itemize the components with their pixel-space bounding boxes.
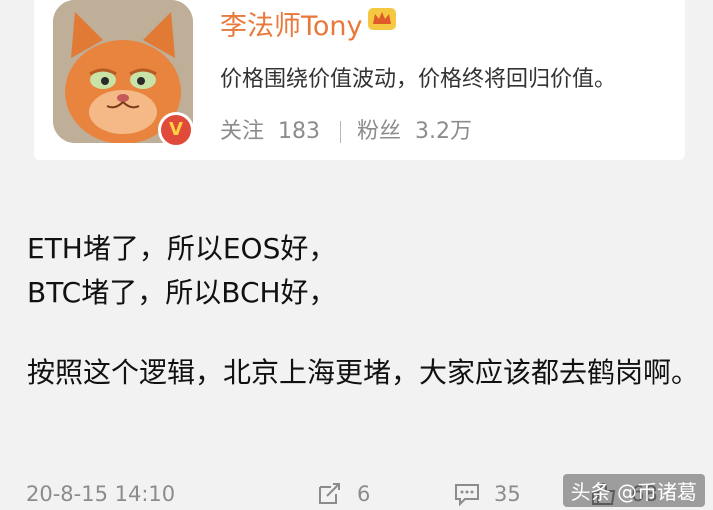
profile-bio: 价格围绕价值波动，价格终将回归价值。	[220, 67, 617, 92]
comment-count: 35	[494, 482, 521, 506]
comment-button[interactable]: 35	[454, 482, 521, 506]
followers-link[interactable]: 粉丝 3.2万	[357, 119, 472, 144]
verified-badge-icon: V	[158, 112, 194, 148]
post-line: ETH堵了，所以EOS好，	[27, 232, 337, 265]
repost-icon	[319, 483, 340, 504]
comment-icon	[455, 484, 479, 506]
stats-divider	[340, 121, 342, 143]
crown-icon	[368, 8, 396, 30]
followers-label: 粉丝	[357, 119, 402, 144]
source-watermark: 头条 @币诸葛	[562, 474, 705, 507]
repost-button[interactable]: 6	[317, 482, 370, 506]
following-label: 关注	[220, 119, 265, 144]
followers-count: 3.2万	[415, 119, 473, 144]
following-count: 183	[278, 119, 321, 144]
profile-name[interactable]: 李法师Tony	[220, 4, 363, 43]
post-line: BTC堵了，所以BCH好，	[27, 276, 337, 309]
repost-count: 6	[357, 482, 371, 506]
post-timestamp: 20-8-15 14:10	[26, 482, 176, 506]
profile-stats: 关注 183 粉丝 3.2万	[220, 113, 472, 145]
post-content: ETH堵了，所以EOS好， BTC堵了，所以BCH好， 按照这个逻辑，北京上海更…	[27, 227, 707, 395]
post-line: 按照这个逻辑，北京上海更堵，大家应该都去鹤岗啊。	[27, 356, 700, 389]
following-link[interactable]: 关注 183	[220, 119, 320, 144]
